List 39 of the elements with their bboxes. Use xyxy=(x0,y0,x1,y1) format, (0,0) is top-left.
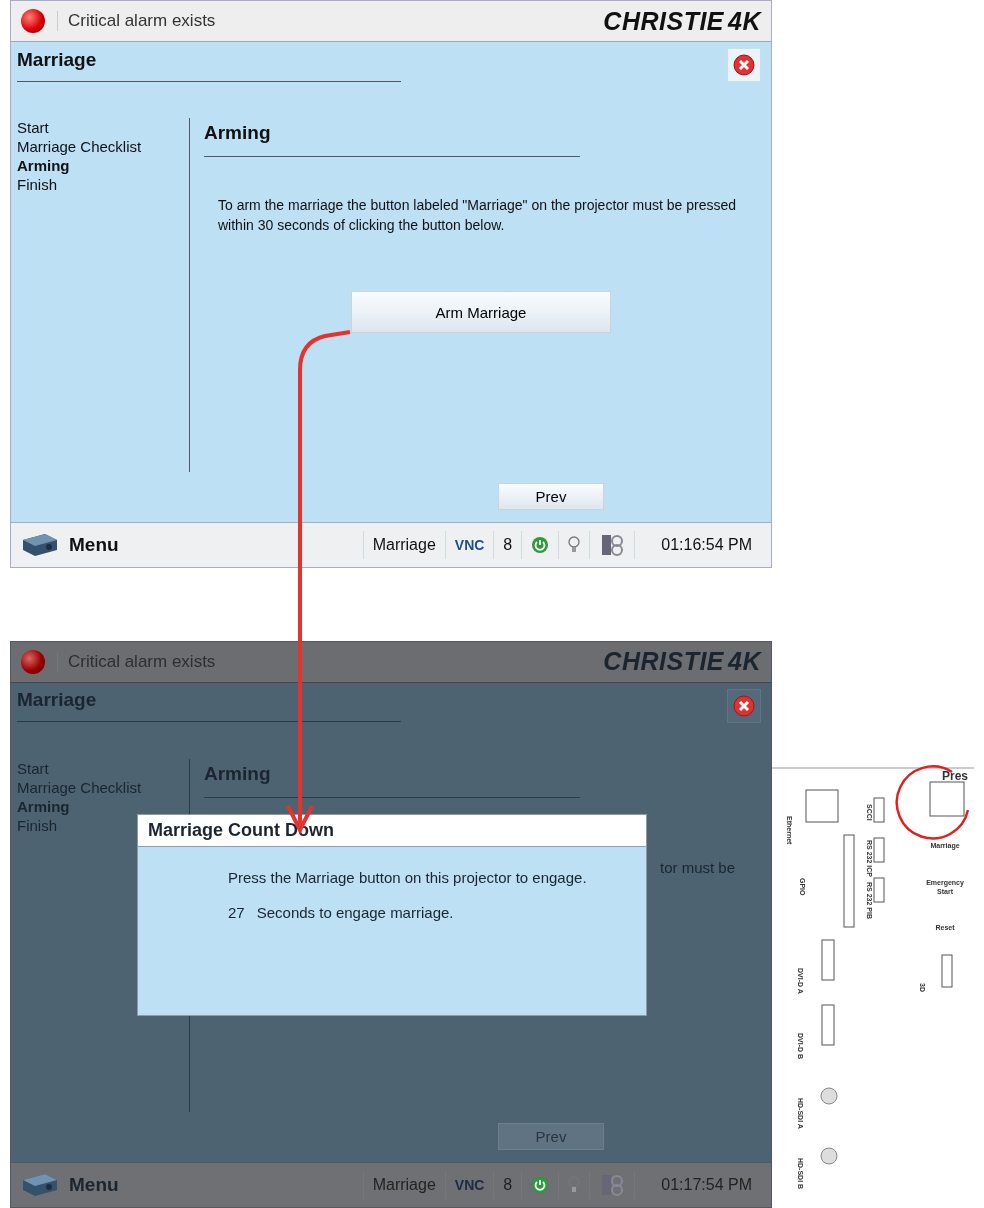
mode-text: Marriage xyxy=(362,530,445,559)
alarm-led-icon xyxy=(21,9,45,33)
close-icon xyxy=(733,54,755,76)
count-text: 8 xyxy=(493,530,522,559)
close-button[interactable] xyxy=(727,688,761,723)
film-reel-icon[interactable] xyxy=(599,532,626,557)
vnc-indicator: VNC xyxy=(444,1171,494,1199)
wizard-step[interactable]: Arming xyxy=(17,156,189,175)
instruction-text: tor must be xyxy=(660,858,736,876)
mode-text: Marriage xyxy=(362,1171,445,1199)
countdown-number: 27 xyxy=(228,903,245,921)
wizard-step[interactable]: Finish xyxy=(17,175,189,194)
alarm-text: Critical alarm exists xyxy=(57,651,216,672)
arm-marriage-button[interactable]: Arm Marriage xyxy=(351,291,611,333)
alarm-led-icon xyxy=(21,649,45,674)
count-text: 8 xyxy=(493,1171,522,1199)
vnc-indicator: VNC xyxy=(444,530,494,559)
wizard-step[interactable]: Marriage Checklist xyxy=(17,137,189,156)
brand-logo: CHRISTIE 4K xyxy=(603,647,761,676)
bulb-icon[interactable] xyxy=(568,534,581,555)
brand-logo: CHRISTIE 4K xyxy=(603,6,761,36)
dialog-title: Marriage xyxy=(17,689,401,722)
instruction-text: To arm the marriage the button labeled "Marriage" on the projector must be pressed within 30 seconds of clicking the button below. xyxy=(218,196,738,235)
step-heading: Arming xyxy=(204,122,580,157)
dialog-title: Marriage xyxy=(17,48,401,82)
power-icon[interactable] xyxy=(531,1176,550,1194)
projector-icon[interactable] xyxy=(21,531,59,558)
step-heading: Arming xyxy=(204,762,580,798)
clock-text: 01:17:54 PM xyxy=(634,1171,761,1199)
alarm-text: Critical alarm exists xyxy=(57,11,216,31)
clock-text: 01:16:54 PM xyxy=(634,530,761,559)
wizard-step[interactable]: Start xyxy=(17,118,189,137)
prev-button[interactable]: Prev xyxy=(498,482,604,510)
menu-label[interactable]: Menu xyxy=(69,533,119,556)
callout-text: Pres xyxy=(942,769,969,783)
countdown-message: Press the Marriage button on this projector to engage. xyxy=(228,868,588,886)
close-icon xyxy=(733,694,755,717)
power-icon[interactable] xyxy=(531,535,550,554)
countdown-label: Seconds to engage marriage. xyxy=(256,903,454,921)
